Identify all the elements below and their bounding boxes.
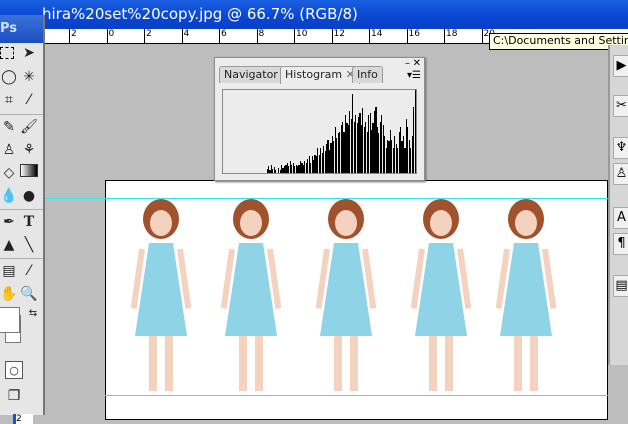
- panel-menu-icon[interactable]: ▾☰: [407, 70, 421, 81]
- close-panel-icon[interactable]: ✕: [413, 58, 421, 69]
- ruler-tick-label: 6: [219, 29, 227, 43]
- ruler-tick-label: 10: [294, 29, 307, 43]
- zoom-tool-icon[interactable]: 🔍: [20, 285, 38, 303]
- tab-navigator[interactable]: Navigator: [219, 66, 283, 83]
- character-icon[interactable]: A: [613, 207, 628, 229]
- histogram-bar: [275, 169, 277, 173]
- notes-tool-icon[interactable]: ▤: [0, 262, 18, 280]
- type-tool-icon[interactable]: T: [20, 213, 38, 231]
- gradient-tool-icon[interactable]: [20, 164, 38, 177]
- paragraph-icon[interactable]: ¶: [613, 233, 628, 255]
- magic-wand-icon[interactable]: ✳: [20, 68, 38, 86]
- ruler-tick-label: 2: [69, 29, 77, 43]
- tools-panel: Ps ➤ ◯ ✳ ⌗ ⁄ ✎ 🖌 ♙ ⚘ ◇ 💧 ● ✒ T ▲ ╲ ▤ ⁄ ✋…: [0, 15, 45, 415]
- healing-brush-icon[interactable]: ✎: [0, 118, 18, 136]
- blur-tool-icon[interactable]: 💧: [0, 187, 18, 205]
- ruler-tick-label: 2: [144, 29, 152, 43]
- ruler-tick-label: 12: [331, 29, 345, 43]
- pen-tool-icon[interactable]: ✒: [0, 213, 18, 231]
- tool-presets-icon[interactable]: ✂: [613, 95, 628, 117]
- marquee-tool-icon[interactable]: [0, 47, 14, 59]
- swap-colors-icon[interactable]: ⇆: [24, 305, 42, 323]
- tab-info[interactable]: Info: [352, 66, 383, 83]
- actions-icon[interactable]: ▶: [613, 55, 628, 77]
- clone-stamp-icon[interactable]: ♙: [0, 141, 18, 159]
- document-title-bar: hira%20set%20copy.jpg @ 66.7% (RGB/8): [0, 0, 628, 29]
- lasso-tool-icon[interactable]: ◯: [0, 68, 18, 86]
- dodge-tool-icon[interactable]: ●: [20, 187, 38, 205]
- layer-comps-icon[interactable]: ▤: [613, 275, 628, 297]
- path-selection-icon[interactable]: ▲: [0, 236, 18, 254]
- brush-tool-icon[interactable]: 🖌: [20, 118, 38, 136]
- guide-line-bottom[interactable]: [105, 395, 608, 396]
- girl-figure: [130, 199, 192, 391]
- foreground-color-swatch[interactable]: [0, 307, 20, 333]
- ruler-tick-label: 18: [444, 29, 457, 43]
- ruler-tick-label: 4: [181, 29, 189, 43]
- clone-source-icon[interactable]: ♙: [613, 163, 628, 185]
- eyedropper-icon[interactable]: ⁄: [20, 262, 38, 280]
- screen-mode-icon[interactable]: ❐: [5, 387, 23, 405]
- ruler-tick-label: 16: [406, 29, 420, 43]
- page-indicator: 2: [13, 414, 33, 424]
- ruler-tick-label: 0: [106, 29, 114, 43]
- crop-tool-icon[interactable]: ⌗: [0, 91, 18, 109]
- tab-histogram-label: Histogram: [285, 68, 343, 81]
- histogram-panel: – ✕ ▾☰ Navigator Histogram ✕ Info: [214, 57, 425, 181]
- girl-figure: [410, 199, 472, 391]
- minimize-icon[interactable]: –: [405, 58, 410, 69]
- histogram-graph: [222, 89, 417, 174]
- document-title: hira%20set%20copy.jpg @ 66.7% (RGB/8): [42, 5, 358, 23]
- ruler-tick-label: 8: [256, 29, 264, 43]
- histogram-bar: [414, 90, 416, 173]
- move-tool-icon[interactable]: ➤: [20, 44, 38, 62]
- brushes-icon[interactable]: ♆: [613, 137, 628, 159]
- girl-figure: [495, 199, 557, 391]
- line-tool-icon[interactable]: ╲: [20, 236, 38, 254]
- girl-figure: [220, 199, 282, 391]
- collapsed-panels-dock: ▶ ✂ ♆ ♙ A ¶ ▤: [608, 45, 628, 365]
- tab-histogram[interactable]: Histogram ✕: [280, 66, 360, 84]
- hand-tool-icon[interactable]: ✋: [0, 285, 18, 303]
- slice-tool-icon[interactable]: ⁄: [20, 91, 38, 109]
- photoshop-logo: Ps: [0, 15, 43, 43]
- document-canvas[interactable]: [105, 180, 608, 420]
- photo-five-girls: [130, 199, 557, 391]
- guide-line-top[interactable]: [45, 198, 608, 199]
- eraser-tool-icon[interactable]: ◇: [0, 164, 18, 182]
- history-brush-icon[interactable]: ⚘: [20, 141, 38, 159]
- girl-figure: [315, 199, 377, 391]
- ruler-tick-label: 14: [369, 29, 382, 43]
- quick-mask-icon[interactable]: ○: [5, 361, 23, 379]
